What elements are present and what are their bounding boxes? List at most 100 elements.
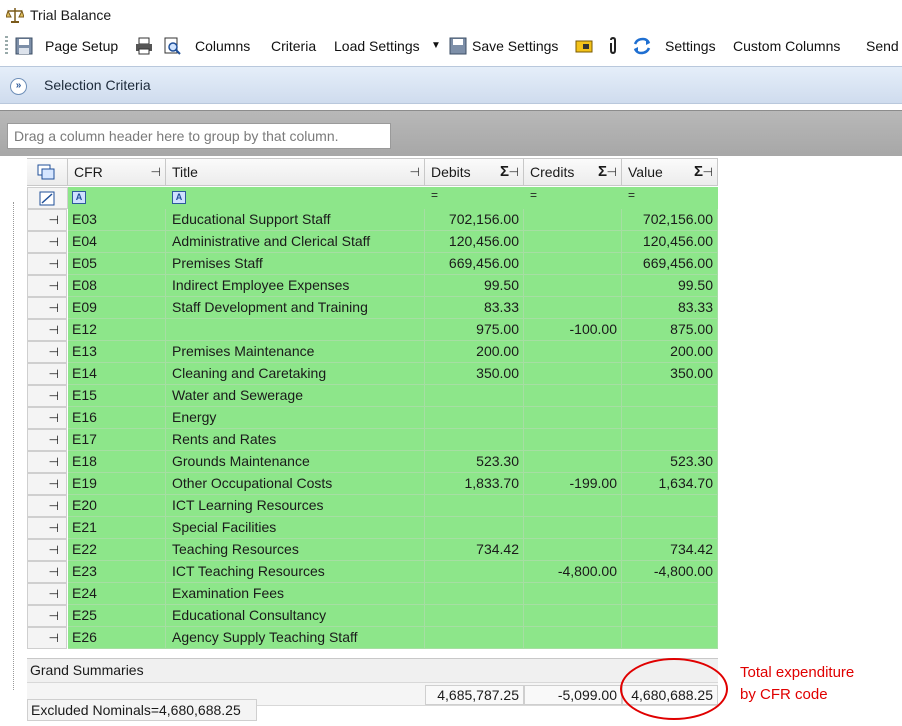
column-header-credits[interactable]: Credits Σ ⊣: [524, 159, 622, 186]
table-row[interactable]: ⊣ E23 ICT Teaching Resources -4,800.00 -4,80…: [27, 561, 718, 583]
cell-credits[interactable]: [524, 253, 622, 275]
cell-cfr[interactable]: E04: [68, 231, 166, 253]
table-row[interactable]: ⊣ E17 Rents and Rates: [27, 429, 718, 451]
cell-title[interactable]: Special Facilities: [166, 517, 425, 539]
cell-value[interactable]: 669,456.00: [622, 253, 718, 275]
cell-value[interactable]: [622, 385, 718, 407]
print-icon[interactable]: [134, 36, 154, 56]
row-selector[interactable]: ⊣: [27, 231, 67, 253]
row-selector[interactable]: ⊣: [27, 517, 67, 539]
row-selector[interactable]: ⊣: [27, 583, 67, 605]
column-chooser-cell[interactable]: [27, 159, 68, 186]
row-selector[interactable]: ⊣: [27, 253, 67, 275]
table-row[interactable]: ⊣ E16 Energy: [27, 407, 718, 429]
table-row[interactable]: ⊣ E13 Premises Maintenance 200.00 200.00: [27, 341, 718, 363]
cell-credits[interactable]: [524, 341, 622, 363]
cell-debits[interactable]: 734.42: [425, 539, 524, 561]
row-selector[interactable]: ⊣: [27, 341, 67, 363]
load-settings-button[interactable]: Load Settings: [334, 35, 420, 57]
cell-title[interactable]: Premises Staff: [166, 253, 425, 275]
cell-cfr[interactable]: E25: [68, 605, 166, 627]
cell-credits[interactable]: [524, 407, 622, 429]
cell-debits[interactable]: 1,833.70: [425, 473, 524, 495]
row-pin-icon[interactable]: ⊣: [49, 235, 59, 249]
cell-cfr[interactable]: E23: [68, 561, 166, 583]
table-row[interactable]: ⊣ E03 Educational Support Staff 702,156.00 7…: [27, 209, 718, 231]
cell-value[interactable]: 702,156.00: [622, 209, 718, 231]
save-icon[interactable]: [14, 36, 34, 56]
filter-text-icon[interactable]: A: [172, 191, 186, 204]
row-selector[interactable]: ⊣: [27, 561, 67, 583]
toolbar-grip[interactable]: [5, 36, 8, 56]
cell-debits[interactable]: [425, 583, 524, 605]
cell-debits[interactable]: [425, 495, 524, 517]
cell-title[interactable]: ICT Learning Resources: [166, 495, 425, 517]
pin-icon[interactable]: ⊣: [509, 159, 519, 185]
chevron-down-icon[interactable]: ▼: [431, 35, 441, 57]
row-selector[interactable]: ⊣: [27, 363, 67, 385]
cell-cfr[interactable]: E09: [68, 297, 166, 319]
column-header-cfr[interactable]: CFR ⊣: [68, 159, 166, 186]
column-chooser-icon[interactable]: [37, 164, 55, 180]
cell-credits[interactable]: [524, 231, 622, 253]
cell-value[interactable]: 1,634.70: [622, 473, 718, 495]
cell-credits[interactable]: [524, 385, 622, 407]
cell-credits[interactable]: [524, 517, 622, 539]
cell-value[interactable]: [622, 627, 718, 649]
cell-title[interactable]: Other Occupational Costs: [166, 473, 425, 495]
row-pin-icon[interactable]: ⊣: [49, 433, 59, 447]
cell-cfr[interactable]: E26: [68, 627, 166, 649]
cell-debits[interactable]: [425, 407, 524, 429]
row-selector[interactable]: ⊣: [27, 319, 67, 341]
cell-title[interactable]: Educational Support Staff: [166, 209, 425, 231]
cell-debits[interactable]: [425, 561, 524, 583]
cell-credits[interactable]: [524, 583, 622, 605]
pin-icon[interactable]: ⊣: [703, 159, 713, 185]
cell-cfr[interactable]: E20: [68, 495, 166, 517]
cell-debits[interactable]: 99.50: [425, 275, 524, 297]
cell-debits[interactable]: [425, 429, 524, 451]
cell-title[interactable]: [166, 319, 425, 341]
row-pin-icon[interactable]: ⊣: [49, 389, 59, 403]
cell-credits[interactable]: [524, 627, 622, 649]
cell-title[interactable]: Staff Development and Training: [166, 297, 425, 319]
cell-title[interactable]: Water and Sewerage: [166, 385, 425, 407]
row-pin-icon[interactable]: ⊣: [49, 587, 59, 601]
cell-debits[interactable]: 120,456.00: [425, 231, 524, 253]
cell-credits[interactable]: [524, 495, 622, 517]
cell-value[interactable]: 83.33: [622, 297, 718, 319]
cell-title[interactable]: Agency Supply Teaching Staff: [166, 627, 425, 649]
cell-cfr[interactable]: E05: [68, 253, 166, 275]
cell-title[interactable]: Indirect Employee Expenses: [166, 275, 425, 297]
column-header-debits[interactable]: Debits Σ ⊣: [425, 159, 524, 186]
cell-title[interactable]: Teaching Resources: [166, 539, 425, 561]
row-pin-icon[interactable]: ⊣: [49, 323, 59, 337]
cell-title[interactable]: ICT Teaching Resources: [166, 561, 425, 583]
clear-filter-icon[interactable]: [39, 191, 55, 206]
cell-title[interactable]: Premises Maintenance: [166, 341, 425, 363]
filter-equals-icon[interactable]: =: [431, 188, 438, 202]
table-row[interactable]: ⊣ E09 Staff Development and Training 83.33 8…: [27, 297, 718, 319]
clear-filter-cell[interactable]: [27, 187, 68, 209]
cell-value[interactable]: 99.50: [622, 275, 718, 297]
row-pin-icon[interactable]: ⊣: [49, 631, 59, 645]
cell-debits[interactable]: 200.00: [425, 341, 524, 363]
cell-title[interactable]: Grounds Maintenance: [166, 451, 425, 473]
table-row[interactable]: ⊣ E08 Indirect Employee Expenses 99.50 99.50: [27, 275, 718, 297]
cell-debits[interactable]: [425, 605, 524, 627]
row-pin-icon[interactable]: ⊣: [49, 477, 59, 491]
cell-title[interactable]: Educational Consultancy: [166, 605, 425, 627]
row-selector[interactable]: ⊣: [27, 627, 67, 649]
cell-value[interactable]: 120,456.00: [622, 231, 718, 253]
column-header-value[interactable]: Value Σ ⊣: [622, 159, 718, 186]
row-pin-icon[interactable]: ⊣: [49, 301, 59, 315]
cell-cfr[interactable]: E22: [68, 539, 166, 561]
cell-value[interactable]: 200.00: [622, 341, 718, 363]
cell-credits[interactable]: [524, 605, 622, 627]
row-pin-icon[interactable]: ⊣: [49, 543, 59, 557]
custom-columns-button[interactable]: Custom Columns: [733, 35, 840, 57]
row-selector[interactable]: ⊣: [27, 495, 67, 517]
cell-value[interactable]: [622, 605, 718, 627]
row-pin-icon[interactable]: ⊣: [49, 257, 59, 271]
cell-value[interactable]: 523.30: [622, 451, 718, 473]
